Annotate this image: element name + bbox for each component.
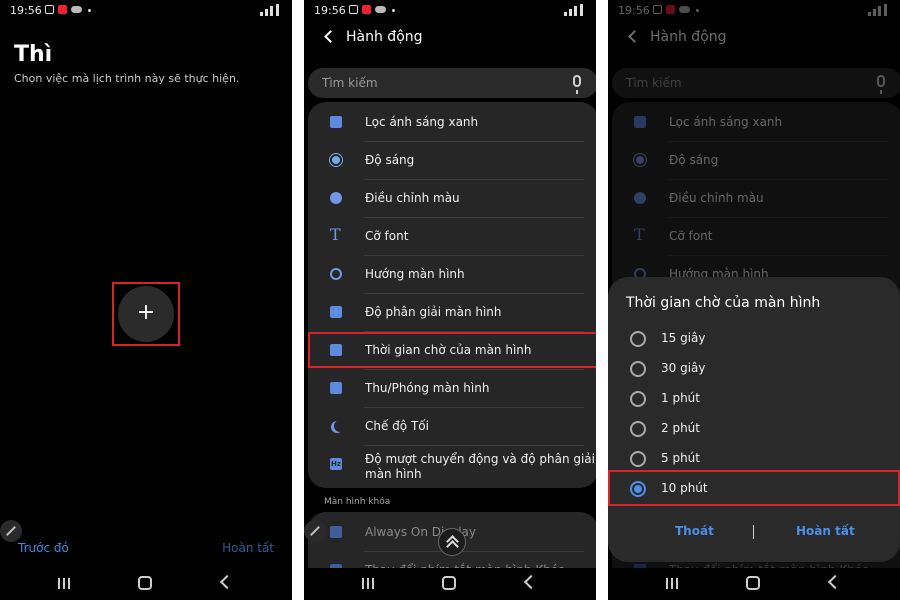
timeout-option[interactable]: 2 phút [608,414,900,444]
list-item[interactable]: Điều chỉnh màu [308,180,596,218]
scroll-to-top-button[interactable] [438,528,466,556]
list-item-label: Điều chỉnh màu [365,191,460,205]
back-icon[interactable] [827,574,843,590]
option-label: 1 phút [661,391,700,405]
list-item-label: Cỡ font [365,229,409,243]
page-subtitle: Chọn việc mà lịch trình này sẽ thực hiện… [14,72,240,85]
button-divider [753,525,754,539]
nav-bar [608,568,900,600]
list-item-label: Thu/Phóng màn hình [365,381,490,395]
prev-button[interactable]: Trước đó [18,541,69,555]
list-item-label: Độ mượt chuyển động và độ phân giải màn … [365,452,595,481]
edit-icon[interactable] [0,520,22,542]
page-title: Thì [14,42,53,67]
actions-list: Lọc ánh sáng xanh Độ sáng Điều chỉnh màu… [308,102,596,488]
done-button[interactable]: Hoàn tất [222,541,274,555]
dialog-title: Thời gian chờ của màn hình [626,295,821,311]
cloud-icon [71,6,82,13]
radio-icon[interactable] [630,331,646,347]
option-label: 15 giây [661,331,706,345]
phone-screen-2: 19:56 Hành động Lọc ánh sáng xanh Độ sán… [304,0,596,600]
radio-icon[interactable] [630,391,646,407]
timeout-option[interactable]: 30 giây [608,354,900,384]
home-icon[interactable] [746,576,760,590]
option-label: 30 giây [661,361,706,375]
home-icon[interactable] [442,576,456,590]
back-arrow-icon[interactable] [324,30,337,43]
option-label: 5 phút [661,451,700,465]
brightness-icon [332,156,340,164]
screen-rotation-icon [330,268,342,280]
nav-bar [0,568,292,600]
cloud-icon [375,6,386,13]
list-item[interactable]: Hz Độ mượt chuyển động và độ phân giải mà… [308,446,596,490]
highlight-box [112,282,180,346]
radio-icon[interactable] [630,421,646,437]
search-input[interactable] [322,74,552,92]
back-icon[interactable] [523,574,539,590]
list-item[interactable]: Thu/Phóng màn hình [308,370,596,408]
palette-icon [330,192,342,204]
list-item-label: Chế độ Tối [365,419,429,433]
back-icon[interactable] [219,574,235,590]
done-button[interactable]: Hoàn tất [796,524,855,538]
always-on-display-icon [330,526,342,538]
page-title: Hành động [346,29,423,45]
radio-icon[interactable] [630,451,646,467]
timeout-dialog: Thời gian chờ của màn hình 15 giây 30 gi… [608,277,900,562]
list-item[interactable]: Độ phân giải màn hình [308,294,596,332]
search-bar[interactable] [308,68,596,98]
gallery-icon [45,5,54,14]
option-label: 2 phút [661,421,700,435]
nav-bar [304,568,596,600]
notification-icon [362,5,371,14]
dot-icon [392,9,395,12]
phone-screen-1: 19:56 Thì Chọn việc mà lịch trình này sẽ… [0,0,292,600]
status-bar: 19:56 [0,0,292,22]
timeout-option[interactable]: 15 giây [608,324,900,354]
blue-light-filter-icon [330,116,342,128]
gallery-icon [349,5,358,14]
list-item-label: Lọc ánh sáng xanh [365,115,479,129]
dot-icon [88,9,91,12]
moon-icon [334,420,346,432]
highlight-box [608,470,900,506]
phone-screen-3: 19:56 Hành động Lọc ánh sáng xanh Độ sán… [608,0,900,600]
list-item-label: Độ sáng [365,153,415,167]
signal-icon [230,4,284,16]
list-item-label: Hướng màn hình [365,267,465,281]
timeout-option[interactable]: 1 phút [608,384,900,414]
list-item[interactable]: T Cỡ font [308,218,596,256]
mic-icon[interactable] [573,75,581,94]
zoom-icon [330,382,342,394]
recent-apps-icon[interactable] [666,578,678,589]
notification-icon [58,5,67,14]
highlight-box [308,332,596,368]
exit-button[interactable]: Thoát [675,524,714,538]
list-item-label: Độ phân giải màn hình [365,305,502,319]
signal-icon [534,4,588,16]
status-bar: 19:56 [304,0,596,22]
list-item[interactable]: Hướng màn hình [308,256,596,294]
list-item[interactable]: Độ sáng [308,142,596,180]
recent-apps-icon[interactable] [362,578,374,589]
section-header: Màn hình khóa [324,497,391,507]
recent-apps-icon[interactable] [58,578,70,589]
list-item[interactable]: Lọc ánh sáng xanh [308,104,596,142]
list-item[interactable]: Chế độ Tối [308,408,596,446]
edit-icon[interactable] [304,520,326,542]
font-size-icon: T [330,225,341,244]
hz-icon: Hz [330,458,342,470]
status-time: 19:56 [314,4,346,17]
resolution-icon [330,306,342,318]
home-icon[interactable] [138,576,152,590]
radio-icon[interactable] [630,361,646,377]
status-time: 19:56 [10,4,42,17]
